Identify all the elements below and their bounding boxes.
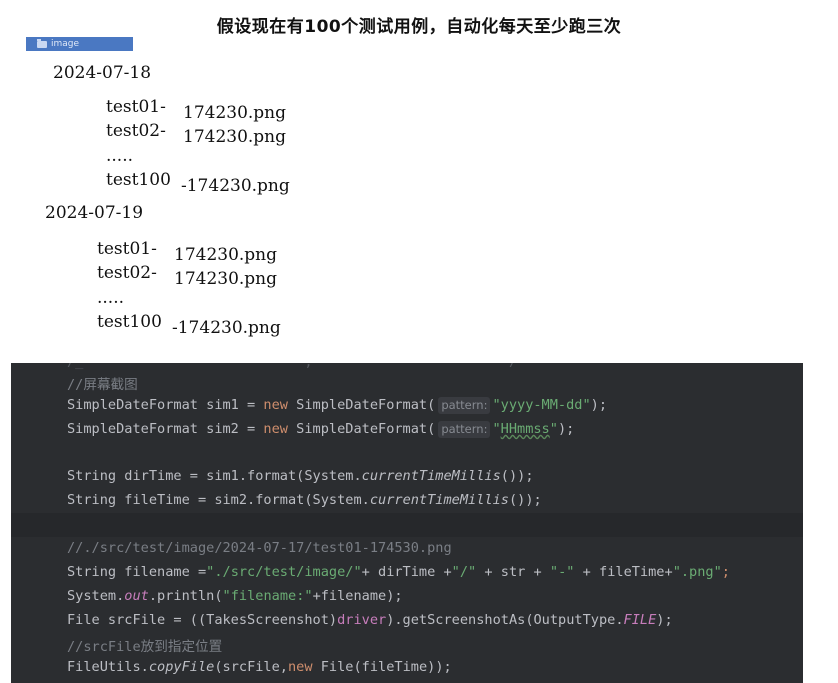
ellipsis: ..... <box>97 288 125 308</box>
current-line-highlight <box>11 513 803 537</box>
code-line: System.out.println("filename:"+filename)… <box>67 588 403 604</box>
code-line: String dirTime = sim1.format(System.curr… <box>67 468 534 484</box>
code-line: File srcFile = ((TakesScreenshot)driver)… <box>67 612 673 628</box>
code-comment: //屏幕截图 <box>67 377 138 393</box>
code-editor[interactable]: /_ , `/ //屏幕截图 SimpleDateFormat sim1 = n… <box>11 363 803 683</box>
file-prefix: test100 <box>106 170 171 190</box>
folder-label: image <box>51 39 80 49</box>
typo-squiggle: HHmmss <box>500 421 550 437</box>
image-folder-bar[interactable]: image <box>26 37 133 51</box>
date-heading: 2024-07-18 <box>53 63 152 83</box>
param-hint: pattern: <box>438 397 491 414</box>
code-line: SimpleDateFormat sim2 = new SimpleDateFo… <box>67 421 575 438</box>
code-line: String fileTime = sim2.format(System.cur… <box>67 492 542 508</box>
code-line: FileUtils.copyFile(srcFile,new File(file… <box>67 659 452 675</box>
file-suffix: 174230.png <box>183 127 287 147</box>
file-suffix: 174230.png <box>183 103 287 123</box>
clipped-code-line: /_ , `/ <box>67 363 517 370</box>
file-prefix: test02- <box>106 121 166 141</box>
file-suffix: -174230.png <box>181 176 290 196</box>
folder-icon <box>37 38 47 48</box>
date-heading: 2024-07-19 <box>45 203 144 223</box>
page-title: 假设现在有100个测试用例，自动化每天至少跑三次 <box>216 17 622 37</box>
param-hint: pattern: <box>438 421 491 438</box>
file-prefix: test02- <box>97 263 157 283</box>
code-line: String filename ="./src/test/image/"+ di… <box>67 564 730 580</box>
code-comment: //./src/test/image/2024-07-17/test01-174… <box>67 540 452 556</box>
file-prefix: test01- <box>106 97 166 117</box>
ellipsis: ..... <box>106 146 134 166</box>
code-comment: //srcFile放到指定位置 <box>67 639 223 655</box>
file-suffix: -174230.png <box>172 318 281 338</box>
file-suffix: 174230.png <box>174 245 278 265</box>
file-suffix: 174230.png <box>174 269 278 289</box>
file-prefix: test01- <box>97 239 157 259</box>
code-line: SimpleDateFormat sim1 = new SimpleDateFo… <box>67 397 608 414</box>
file-prefix: test100 <box>97 312 162 332</box>
